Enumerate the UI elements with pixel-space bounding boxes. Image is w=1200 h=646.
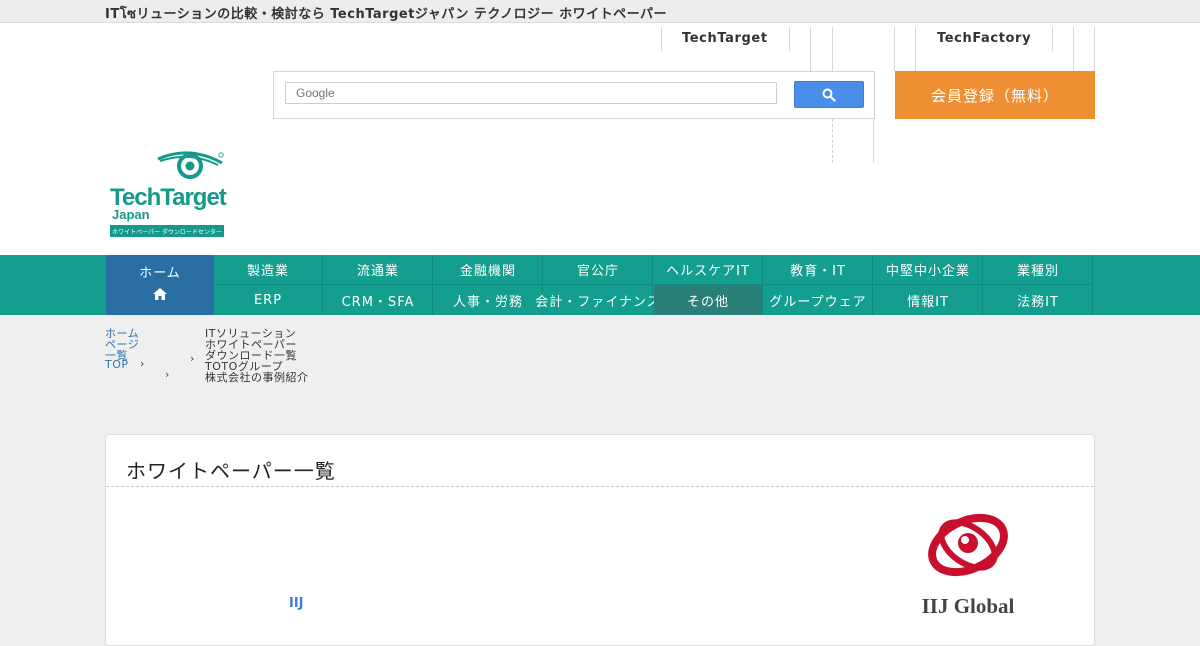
divider: [915, 27, 916, 71]
breadcrumb-current-line: 株式会社の事例紹介: [205, 371, 309, 384]
nav-item-row2-1[interactable]: CRM・SFA: [324, 285, 433, 315]
content-card: ホワイトペーパー一覧 IIJ IIJ Global: [105, 434, 1095, 646]
iij-global-logo[interactable]: IIJ Global: [916, 510, 1036, 620]
header: TechTarget TechFactory 会員登録（無料） TechTarg…: [0, 23, 1200, 255]
nav-item-row1-2[interactable]: 金融機関: [434, 255, 543, 285]
page-title: ホワイトペーパー一覧: [126, 459, 336, 483]
search-icon: [822, 88, 836, 102]
divider: [1052, 27, 1053, 51]
divider: [106, 486, 1094, 487]
divider: [832, 27, 833, 71]
home-icon: [153, 288, 167, 300]
divider: [789, 27, 790, 51]
divider: [1094, 27, 1095, 71]
nav-item-row2-6[interactable]: 情報IT: [874, 285, 983, 315]
nav-item-row2-5[interactable]: グループウェア: [764, 285, 873, 315]
nav-item-row2-4[interactable]: その他: [654, 285, 763, 315]
top-bar: ITโซリューションの比較・検討なら TechTargetジャパン テクノロジー…: [0, 0, 1200, 23]
nav-item-row1-1[interactable]: 流通業: [324, 255, 433, 285]
nav-item-row1-0[interactable]: 製造業: [214, 255, 323, 285]
nav-item-row2-2[interactable]: 人事・労務: [434, 285, 543, 315]
nav-item-row1-7[interactable]: 業種別: [984, 255, 1093, 285]
iij-logo-mark: IIJ Global: [922, 513, 1015, 618]
search-input[interactable]: [285, 82, 777, 104]
nav-item-row1-6[interactable]: 中堅中小企業: [874, 255, 983, 285]
svg-text:Japan: Japan: [112, 207, 150, 222]
logo-mark: TechTarget Japan ホワイトペーパー ダウンロードセンター: [110, 151, 228, 237]
divider: [810, 27, 811, 71]
site-tagline: ITโซリューションの比較・検討なら TechTargetジャパン テクノロジー…: [105, 7, 668, 22]
divider: [1073, 27, 1074, 71]
chevron-right-icon: ›: [165, 368, 170, 381]
nav-item-row2-0[interactable]: ERP: [214, 285, 323, 315]
nav-item-row2-3[interactable]: 会計・ファイナンス: [535, 285, 660, 315]
nav-item-row1-4[interactable]: ヘルスケアIT: [654, 255, 763, 285]
techtarget-link[interactable]: TechTarget: [682, 31, 768, 46]
company-link[interactable]: IIJ: [289, 596, 304, 611]
divider: [661, 27, 662, 51]
nav-item-row2-7[interactable]: 法務IT: [984, 285, 1093, 315]
svg-text:ホワイトペーパー ダウンロードセンター: ホワイトペーパー ダウンロードセンター: [112, 228, 222, 236]
divider: [873, 119, 874, 163]
chevron-right-icon: ›: [190, 352, 195, 365]
divider: [894, 27, 895, 71]
chevron-right-icon: ›: [140, 357, 145, 370]
search-box: [273, 71, 875, 119]
divider: [832, 119, 833, 163]
techfactory-link[interactable]: TechFactory: [937, 31, 1031, 46]
nav-item-row1-5[interactable]: 教育・IT: [764, 255, 873, 285]
nav-item-row1-3[interactable]: 官公庁: [544, 255, 653, 285]
techtarget-logo[interactable]: TechTarget Japan ホワイトペーパー ダウンロードセンター: [108, 149, 228, 241]
main-nav: ホーム 製造業 流通業 金融機関 官公庁 ヘルスケアIT 教育・IT 中堅中小企業 業種別 E…: [0, 255, 1200, 315]
breadcrumb-home-line[interactable]: TOP: [105, 358, 129, 371]
svg-text:IIJ Global: IIJ Global: [922, 594, 1015, 618]
search-button[interactable]: [794, 81, 864, 108]
register-button[interactable]: 会員登録（無料）: [895, 71, 1095, 119]
nav-home-label: ホーム: [139, 266, 181, 281]
nav-home[interactable]: ホーム: [106, 255, 214, 315]
